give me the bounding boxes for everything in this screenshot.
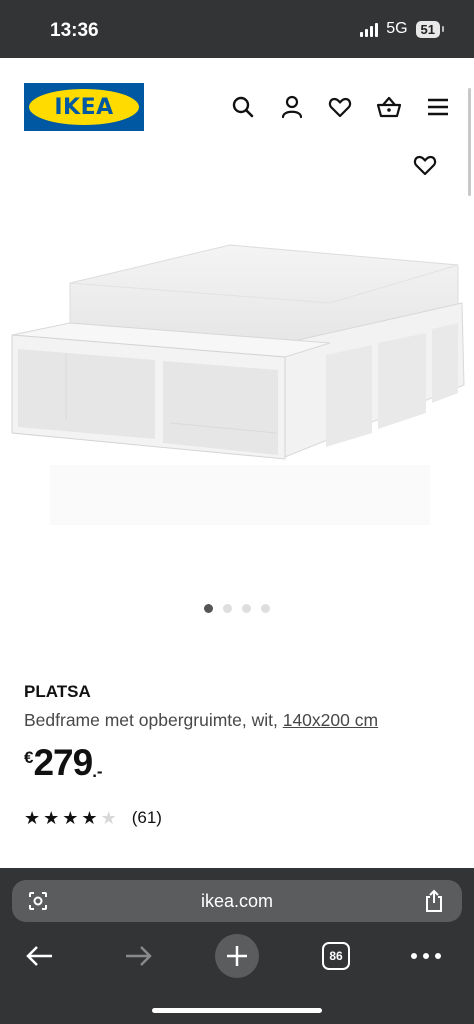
star-icon: ★ xyxy=(81,808,98,828)
price-currency: € xyxy=(24,748,34,767)
product-rating[interactable]: ★ ★ ★ ★ ★ (61) xyxy=(24,808,162,828)
browser-toolbar: ikea.com 86 xyxy=(0,868,474,1024)
product-name: PLATSA xyxy=(24,682,91,701)
carousel-dot[interactable] xyxy=(223,604,232,613)
back-button[interactable] xyxy=(22,934,56,978)
logo-text: IKEA xyxy=(54,94,114,120)
star-icon: ★ xyxy=(62,808,79,828)
status-time: 13:36 xyxy=(50,20,99,41)
arrow-right-icon xyxy=(126,946,152,966)
battery-icon: 51 xyxy=(415,20,445,38)
share-icon[interactable] xyxy=(422,888,446,914)
product-description: Bedframe met opbergruimte, wit, 140x200 … xyxy=(24,710,378,731)
page-scrollbar[interactable] xyxy=(468,88,471,196)
new-tab-button[interactable] xyxy=(215,934,259,978)
product-image[interactable] xyxy=(0,195,474,585)
review-count[interactable]: (61) xyxy=(132,808,162,828)
ikea-logo[interactable]: IKEA xyxy=(24,83,144,131)
address-bar[interactable]: ikea.com xyxy=(12,880,462,922)
price-amount: 279 xyxy=(33,742,93,783)
carousel-dot[interactable] xyxy=(261,604,270,613)
battery-level: 51 xyxy=(420,21,435,37)
add-to-wishlist-icon[interactable] xyxy=(412,152,438,178)
url-text: ikea.com xyxy=(200,891,274,911)
star-icon: ★ xyxy=(24,808,41,828)
plus-icon xyxy=(227,946,247,966)
search-icon[interactable] xyxy=(230,94,256,120)
carousel-dot[interactable] xyxy=(204,604,213,613)
more-dots-icon xyxy=(411,953,441,959)
arrow-left-icon xyxy=(26,946,52,966)
heart-icon[interactable] xyxy=(327,94,353,120)
product-price: € 279 .- xyxy=(24,742,103,784)
tabs-button[interactable]: 86 xyxy=(322,934,350,978)
price-suffix: .- xyxy=(92,762,103,781)
star-empty-icon: ★ xyxy=(100,808,117,828)
product-description-text: Bedframe met opbergruimte, wit, xyxy=(24,710,283,730)
signal-icon xyxy=(360,21,379,37)
status-indicators: 5G 51 xyxy=(360,20,445,38)
tabs-count: 86 xyxy=(322,942,350,970)
status-bar: 13:36 5G 51 xyxy=(0,0,474,58)
menu-icon[interactable] xyxy=(425,94,451,120)
profile-icon[interactable] xyxy=(279,94,305,120)
size-link[interactable]: 140x200 cm xyxy=(283,710,378,730)
carousel-dot[interactable] xyxy=(242,604,251,613)
image-carousel-dots xyxy=(0,604,474,613)
site-header: IKEA xyxy=(0,58,474,158)
forward-button[interactable] xyxy=(122,934,156,978)
home-indicator[interactable] xyxy=(152,1008,322,1013)
star-icon: ★ xyxy=(43,808,60,828)
more-options-button[interactable] xyxy=(410,934,442,978)
network-label: 5G xyxy=(386,20,408,37)
basket-icon[interactable] xyxy=(376,94,402,120)
